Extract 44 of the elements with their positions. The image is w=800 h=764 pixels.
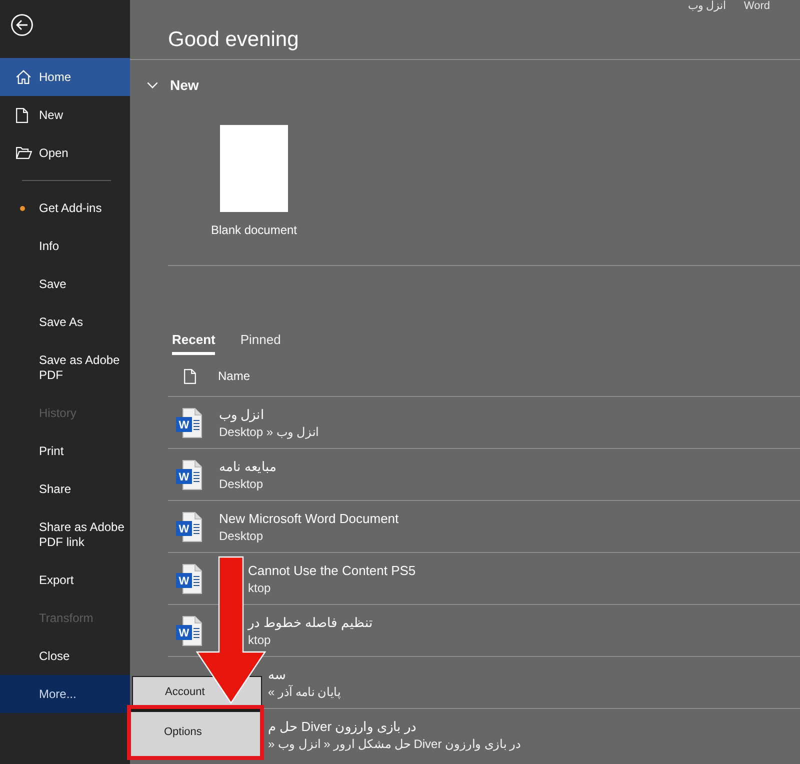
file-path: ktop — [248, 632, 271, 648]
column-header[interactable]: Name — [218, 367, 250, 385]
file-name[interactable]: Cannot Use the Content PS5 — [248, 562, 416, 580]
home-icon — [16, 70, 31, 84]
section-heading: New — [170, 76, 199, 94]
file-name[interactable]: مبایعه نامه — [219, 458, 277, 476]
blank-page-thumbnail[interactable] — [220, 125, 288, 212]
chevron-down-icon[interactable] — [147, 82, 158, 88]
page-icon — [184, 368, 196, 384]
file-path: Desktop — [219, 528, 264, 544]
sidebar-item[interactable]: Close — [0, 637, 130, 675]
file-name[interactable]: تنظیم فاصله خطوط در — [248, 614, 373, 632]
sidebar-item[interactable]: New — [0, 96, 130, 134]
document-title: انزل وب — [688, 0, 726, 14]
app-name: Word — [744, 0, 770, 14]
sidebar-item[interactable]: Print — [0, 432, 130, 470]
sidebar-item[interactable]: Share as Adobe PDF link — [0, 508, 130, 561]
file-tab[interactable]: Pinned — [240, 325, 281, 355]
file-name[interactable]: در بازی وارزون Diver حل م — [268, 718, 416, 736]
sidebar-item[interactable]: Export — [0, 561, 130, 599]
back-icon[interactable] — [11, 14, 33, 36]
file-path: پایان نامه آذر » — [268, 684, 341, 700]
page-icon — [16, 108, 28, 122]
sidebar-item[interactable]: Save As — [0, 303, 130, 341]
sidebar-item[interactable]: Save as Adobe PDF — [0, 341, 130, 394]
folder-icon — [16, 147, 32, 159]
file-path: ktop — [248, 580, 271, 596]
file-path: Desktop — [219, 476, 264, 492]
sidebar-item[interactable]: More... — [0, 675, 130, 713]
sidebar-item[interactable]: Info — [0, 227, 130, 265]
sidebar-item[interactable]: Get Add-ins — [0, 189, 130, 227]
template-label[interactable]: Blank document — [210, 222, 298, 238]
sidebar-item[interactable]: Home — [0, 58, 130, 96]
file-tab[interactable]: Recent — [172, 325, 216, 355]
file-name[interactable]: سه — [268, 666, 286, 684]
sidebar-item[interactable]: Share — [0, 470, 130, 508]
file-name[interactable]: New Microsoft Word Document — [219, 510, 399, 528]
file-path: Desktop » انزل وب — [219, 424, 319, 440]
file-path: در بازی وارزون Diver حل مشکل ارور « انزل وب « — [268, 736, 521, 752]
file-name[interactable]: انزل وب — [219, 406, 265, 424]
sidebar-item[interactable]: Save — [0, 265, 130, 303]
menu-item[interactable]: Options — [127, 705, 264, 760]
sidebar-item[interactable]: Open — [0, 134, 130, 172]
greeting-heading: Good evening — [168, 26, 299, 52]
